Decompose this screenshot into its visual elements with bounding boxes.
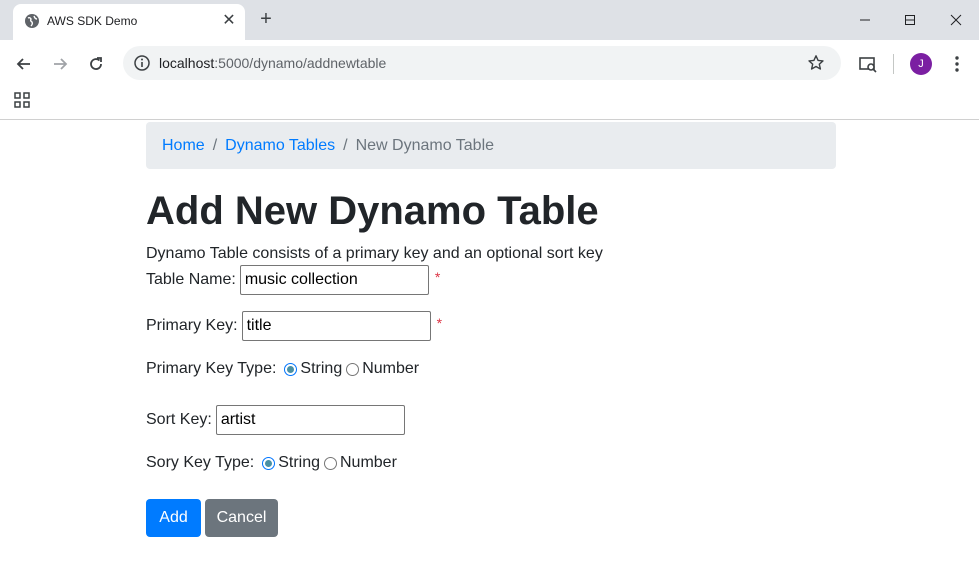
browser-tab[interactable]: AWS SDK Demo ✕ [13,4,245,40]
table-name-input[interactable] [239,265,429,295]
profile-avatar[interactable]: J [910,53,932,75]
sort-key-type-row: Sory Key Type: String Number [146,454,397,472]
breadcrumb-current: New Dynamo Table [355,136,495,154]
back-arrow-icon[interactable] [11,51,37,77]
forward-arrow-icon[interactable] [47,51,73,77]
sort-key-type-string-radio[interactable] [262,456,276,470]
sort-key-type-number-label[interactable]: Number [340,454,397,472]
close-tab-icon[interactable]: ✕ [219,11,239,31]
primary-key-type-number-label[interactable]: Number [362,360,419,378]
sort-key-label: Sort Key: [146,411,212,428]
primary-key-label: Primary Key: [146,317,238,334]
new-tab-icon[interactable]: + [255,8,277,30]
reload-icon[interactable] [83,51,109,77]
info-icon[interactable] [133,54,151,72]
primary-key-row: Primary Key: * [146,311,442,341]
close-window-icon[interactable] [933,0,979,40]
sort-key-type-string-label[interactable]: String [278,454,320,472]
minimize-button[interactable] [842,0,888,40]
page-title: Add New Dynamo Table [146,189,599,233]
url-text[interactable]: localhost:5000/dynamo/addnewtable [159,55,386,71]
browser-toolbar: localhost:5000/dynamo/addnewtable [0,40,979,86]
primary-key-type-string-radio[interactable] [284,362,298,376]
bookmark-star-icon[interactable] [807,54,825,72]
primary-key-type-number-radio[interactable] [346,362,360,376]
primary-key-type-label: Primary Key Type: [146,360,277,377]
browser-titlebar: AWS SDK Demo ✕ + [0,0,979,40]
tab-title: AWS SDK Demo [47,14,138,28]
add-button[interactable]: Add [146,499,201,537]
primary-key-type-row: Primary Key Type: String Number [146,360,419,378]
breadcrumb: Home / Dynamo Tables / New Dynamo Table [146,122,836,169]
maximize-icon[interactable] [887,0,933,40]
menu-kebab-icon[interactable] [945,52,969,76]
sort-key-row: Sort Key: [146,405,405,435]
breadcrumb-separator: / [212,136,218,154]
toolbar-divider [893,54,894,74]
url-path: :5000/dynamo/addnewtable [214,55,387,71]
page-subtitle: Dynamo Table consists of a primary key a… [146,245,603,262]
sort-key-type-label: Sory Key Type: [146,454,255,471]
globe-icon [25,14,39,28]
primary-key-input[interactable] [241,311,431,341]
breadcrumb-separator: / [343,136,348,154]
required-marker: * [434,269,441,285]
address-bar[interactable]: localhost:5000/dynamo/addnewtable [123,46,841,80]
table-name-label: Table Name: [146,271,236,288]
breadcrumb-home-link[interactable]: Home [162,137,205,155]
breadcrumb-dynamo-tables-link[interactable]: Dynamo Tables [225,137,335,155]
url-host: localhost [159,55,215,71]
primary-key-type-string-label[interactable]: String [300,360,342,378]
cancel-button[interactable]: Cancel [205,499,278,537]
apps-grid-icon[interactable] [14,92,30,108]
sort-key-input[interactable] [215,405,405,435]
tab-search-icon[interactable] [856,52,880,76]
sort-key-type-number-radio[interactable] [324,456,337,470]
bookmarks-bar [0,86,979,120]
table-name-row: Table Name: * [146,265,440,295]
required-marker: * [436,315,443,331]
